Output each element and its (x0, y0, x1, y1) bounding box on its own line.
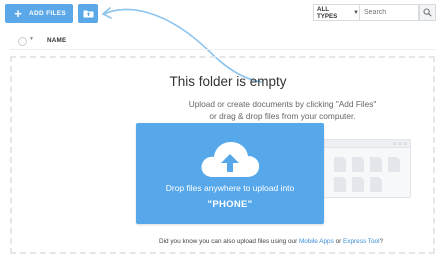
tip-prefix: Did you know you can also upload files u… (159, 238, 299, 245)
express-tool-link[interactable]: Express Tool (343, 238, 379, 245)
tip-middle: or (333, 238, 344, 245)
magnifier-icon (423, 8, 432, 17)
empty-folder-title: This folder is empty (169, 74, 287, 89)
list-header: ▼ NAME (10, 33, 436, 50)
chevron-down-icon[interactable]: ▼ (29, 36, 34, 42)
search-input[interactable] (360, 4, 419, 21)
browser-window-illustration (318, 139, 411, 198)
tip-suffix: ? (379, 238, 384, 245)
cloud-upload-icon (201, 142, 260, 177)
upload-tip: Did you know you can also upload files u… (159, 238, 383, 245)
mobile-apps-link[interactable]: Mobile Apps (299, 238, 334, 245)
drop-card-text: Drop files anywhere to upload into (165, 183, 295, 193)
drop-upload-card[interactable]: Drop files anywhere to upload into "PHON… (136, 123, 324, 224)
type-filter-label: ALL TYPES (317, 5, 338, 20)
type-filter-dropdown[interactable]: ALL TYPES ▼ (313, 4, 360, 21)
chevron-down-icon: ▼ (353, 9, 359, 16)
empty-subtitle-line-1: Upload or create documents by clicking "… (188, 99, 377, 109)
empty-folder-subtitle: Upload or create documents by clicking "… (150, 98, 415, 122)
name-column-header[interactable]: NAME (47, 37, 66, 44)
search-button[interactable] (419, 4, 436, 21)
drop-card-folder-name: "PHONE" (207, 199, 253, 210)
empty-subtitle-line-2: or drag & drop files from your computer. (209, 111, 356, 121)
select-all-checkbox[interactable] (18, 37, 27, 46)
